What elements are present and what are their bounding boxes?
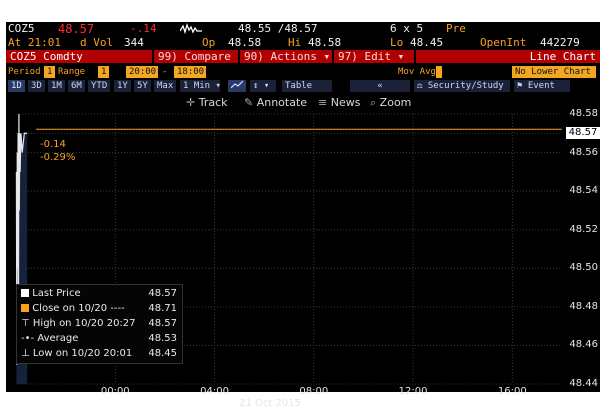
chevron-down-icon: ▾ [323, 50, 331, 63]
timeframe-ytd[interactable]: YTD [88, 80, 111, 92]
scale-icon: ⚖ [417, 81, 423, 91]
ticker-line: COZ5 48.57 -.14 48.55 /48.57 6 x 5 Pre [6, 22, 600, 36]
period-label: Period [8, 67, 41, 77]
bid-ask: 48.55 /48.57 [238, 22, 318, 35]
timeframe-1m[interactable]: 1M [48, 80, 65, 92]
interval-dropdown[interactable]: 1 Min ▾ [180, 80, 221, 92]
table-button[interactable]: Table [282, 80, 332, 92]
low-label: Lo [390, 36, 404, 49]
oi-value: 442279 [540, 36, 580, 49]
stats-line: At 21:01 d Vol 344 Op 48.58 Hi 48.58 Lo … [6, 36, 600, 50]
high-value: 48.58 [308, 36, 342, 49]
high-label: Hi [288, 36, 302, 49]
range-label: Range [58, 67, 86, 77]
mov-avg-button[interactable]: Mov Avg [398, 66, 436, 78]
updown-icon: ↕ [253, 81, 259, 91]
security-bar: COZ5 Comdty 99) Compare 90) Actions ▾ 97… [6, 50, 600, 63]
actions-button[interactable]: 90) Actions ▾ [240, 50, 332, 63]
x-tick-label: 08:00 [299, 386, 329, 397]
timeframe-5y[interactable]: 5Y [134, 80, 151, 92]
compare-button[interactable]: 99) Compare [154, 50, 238, 63]
lower-chart-dropdown[interactable]: No Lower Chart [512, 66, 596, 78]
period-bar: Period 1 Range 1 20:00 - 18:00 Mov Avg N… [6, 66, 600, 78]
vol-label: d Vol [80, 36, 114, 49]
pre-label: Pre [446, 22, 466, 35]
chart-style-dropdown[interactable]: ↕ ▾ [250, 80, 276, 92]
event-button[interactable]: ⚑ Event [514, 80, 570, 92]
chart-area[interactable]: ✛ Track ✎ Annotate ≡ News ⌕ Zoom 48.58 48… [6, 94, 600, 409]
oi-label: OpenInt [480, 36, 527, 49]
low-value: 48.45 [410, 36, 444, 49]
x-tick-label: 16:00 [497, 386, 527, 397]
x-tick-label: 04:00 [200, 386, 229, 397]
open-value: 48.58 [228, 36, 262, 49]
actions-label: 90) Actions [244, 50, 317, 63]
event-label: Event [527, 81, 555, 91]
flag-icon: ⚑ [517, 81, 523, 91]
timeframe-1y[interactable]: 1Y [114, 80, 131, 92]
edit-button[interactable]: 97) Edit ▾ [334, 50, 414, 63]
back-button[interactable]: « [350, 80, 410, 92]
timeframe-6m[interactable]: 6M [68, 80, 85, 92]
price-change: -.14 [130, 22, 157, 35]
x-axis: 00:00 04:00 08:00 12:00 16:00 [6, 94, 600, 397]
bloomberg-terminal: COZ5 48.57 -.14 48.55 /48.57 6 x 5 Pre A… [6, 22, 600, 409]
range-dash: - [162, 67, 168, 77]
security-study-button[interactable]: ⚖ Security/Study [414, 80, 510, 92]
mov-avg-checkbox[interactable] [436, 66, 442, 78]
x-tick-label: 12:00 [398, 386, 428, 397]
range-end-field[interactable]: 18:00 [174, 66, 206, 78]
range-start-field[interactable]: 20:00 [126, 66, 158, 78]
open-label: Op [202, 36, 216, 49]
security-field[interactable]: COZ5 Comdty [6, 50, 152, 63]
range-field[interactable]: 1 [98, 66, 110, 78]
timeframe-bar: 1D 3D 1M 6M YTD 1Y 5Y Max 1 Min ▾ ↕ ▾ Ta… [6, 80, 600, 92]
vol-value: 344 [124, 36, 144, 49]
size: 6 x 5 [390, 22, 424, 35]
x-tick-label: 00:00 [100, 386, 130, 397]
at-time: At 21:01 [8, 36, 61, 49]
last-price: 48.57 [58, 22, 95, 36]
chevron-down-icon: ▾ [397, 50, 405, 63]
line-chart-icon[interactable] [228, 80, 246, 92]
security-study-label: Security/Study [427, 81, 504, 91]
ticker-symbol[interactable]: COZ5 [8, 22, 35, 36]
period-field[interactable]: 1 [44, 66, 56, 78]
timeframe-3d[interactable]: 3D [28, 80, 45, 92]
timeframe-1d[interactable]: 1D [8, 80, 25, 92]
edit-label: 97) Edit [338, 50, 391, 63]
chart-type-label: Line Chart [416, 50, 600, 63]
x-axis-date: 21 Oct 2015 [239, 398, 301, 409]
interval-label: 1 Min [183, 81, 211, 91]
timeframe-max[interactable]: Max [154, 80, 177, 92]
